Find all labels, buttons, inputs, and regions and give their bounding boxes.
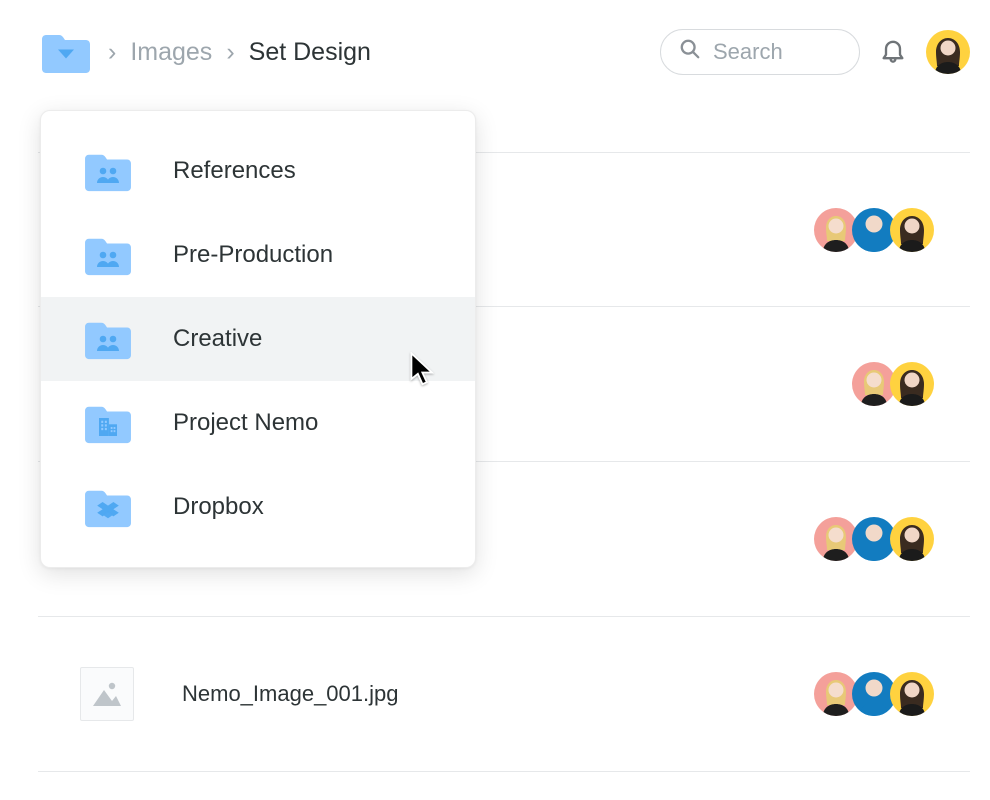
caret-down-icon [58,49,74,58]
folder-nav-item[interactable]: References [41,129,475,213]
collaborators [814,208,960,252]
bell-icon [879,36,907,69]
folder-nav-label: References [173,157,296,185]
shared-folder-icon [81,233,135,277]
shared-folder-icon [81,317,135,361]
search-box[interactable] [660,29,860,75]
shared-folder-icon [81,149,135,193]
top-bar: › Images › Set Design [38,22,970,82]
collaborator-avatar[interactable] [890,517,934,561]
folder-nav-label: Project Nemo [173,409,318,437]
project-folder-icon [81,401,135,445]
breadcrumb-item-current: Set Design [249,38,371,67]
account-avatar[interactable] [926,30,970,74]
dropbox-folder-icon [81,485,135,529]
collaborator-avatar[interactable] [890,672,934,716]
collaborator-avatar[interactable] [890,208,934,252]
collaborators [814,672,960,716]
collaborator-avatar[interactable] [890,362,934,406]
breadcrumb: › Images › Set Design [38,29,642,75]
cursor-pointer-icon [408,352,438,388]
file-name: Nemo_Image_001.jpg [182,681,814,707]
notifications-button[interactable] [878,37,908,67]
search-icon [679,38,701,66]
folder-nav-item[interactable]: Project Nemo [41,381,475,465]
folder-nav-label: Pre-Production [173,241,333,269]
search-input[interactable] [713,39,813,65]
folder-nav-dropdown: References Pre-Production Creative Project … [40,110,476,568]
file-row[interactable]: Nemo_Image_001.jpg [38,617,970,772]
folder-nav-label: Dropbox [173,493,264,521]
collaborators [814,517,960,561]
breadcrumb-separator-icon: › [226,38,234,67]
breadcrumb-root-dropdown[interactable] [38,29,94,75]
folder-nav-item[interactable]: Dropbox [41,465,475,549]
breadcrumb-separator-icon: › [108,38,116,67]
folder-nav-label: Creative [173,325,262,353]
folder-nav-item[interactable]: Pre-Production [41,213,475,297]
collaborators [852,362,960,406]
image-thumbnail-icon [80,667,134,721]
breadcrumb-item[interactable]: Images [130,38,212,67]
